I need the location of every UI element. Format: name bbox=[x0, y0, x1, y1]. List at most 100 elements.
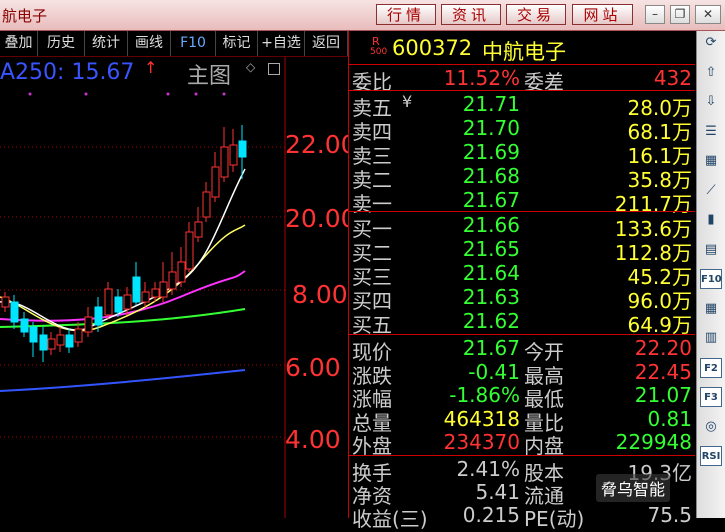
watermark: 脅乌智能 bbox=[596, 474, 671, 502]
toolbar-overlay[interactable]: 叠加 bbox=[0, 31, 38, 56]
stock-name: 中航电子 bbox=[482, 40, 566, 64]
candle-body bbox=[84, 316, 93, 333]
candle-body bbox=[159, 281, 168, 298]
nav-button-trade[interactable]: 交易 bbox=[506, 4, 566, 25]
divider bbox=[348, 90, 695, 91]
sell-row[interactable]: 卖二 21.68 35.8万 bbox=[352, 164, 695, 192]
restore-icon[interactable]: ❐ bbox=[670, 5, 690, 24]
stat-value: 234370 bbox=[443, 430, 520, 454]
candle-body bbox=[39, 334, 48, 351]
close-icon[interactable]: ✕ bbox=[695, 5, 721, 24]
rsi-icon[interactable]: RSI bbox=[700, 446, 722, 466]
candle-body bbox=[229, 144, 238, 166]
f10-icon[interactable]: F10 bbox=[700, 269, 722, 289]
book-icon[interactable]: ▥ bbox=[700, 328, 722, 348]
price-axis-label: 20.00 bbox=[285, 204, 357, 233]
candle-body bbox=[10, 301, 19, 323]
stat-value: 229948 bbox=[615, 430, 692, 454]
buy-row[interactable]: 买四 21.63 96.0万 bbox=[352, 285, 695, 313]
yuan-icon: ¥ bbox=[402, 92, 413, 111]
buy-price: 21.65 bbox=[462, 237, 520, 261]
table-icon[interactable]: ▤ bbox=[700, 240, 722, 260]
nav-button-quote[interactable]: 行情 bbox=[376, 4, 436, 25]
stat-value: 464318 bbox=[443, 406, 520, 431]
toolbar-mark[interactable]: 标记 bbox=[216, 31, 258, 56]
candle-body bbox=[141, 291, 150, 303]
candle-body bbox=[29, 326, 38, 343]
toolbar-stats[interactable]: 统计 bbox=[85, 31, 128, 56]
candle-body bbox=[56, 334, 65, 346]
candle-body bbox=[202, 191, 211, 218]
divider bbox=[348, 211, 695, 212]
toolbar-back[interactable]: 返回 bbox=[305, 31, 348, 56]
marker-dot bbox=[222, 92, 226, 96]
stock-code: 600372 bbox=[392, 36, 473, 60]
up-arrow-icon[interactable]: ⇧ bbox=[700, 63, 722, 83]
buy-row[interactable]: 买三 21.64 45.2万 bbox=[352, 261, 695, 289]
diff-value: 432 bbox=[653, 66, 692, 90]
grid-icon-2[interactable]: ▦ bbox=[700, 299, 722, 319]
stat-row: 现价 21.67 今开 22.20 bbox=[352, 336, 695, 364]
marker-dot bbox=[166, 92, 170, 96]
sell-row[interactable]: 卖五 ¥21.71 28.0万 bbox=[352, 92, 695, 120]
toolbar-f10[interactable]: F10 bbox=[171, 31, 216, 56]
divider bbox=[348, 64, 695, 65]
candle-body bbox=[104, 288, 113, 316]
toolbar-draw-line[interactable]: 画线 bbox=[128, 31, 171, 56]
f3-icon[interactable]: F3 bbox=[700, 387, 722, 407]
price-axis-label: 22.00 bbox=[285, 130, 357, 159]
grid-icon[interactable]: ▦ bbox=[700, 151, 722, 171]
toolbar-add-watch[interactable]: +自选 bbox=[258, 31, 305, 56]
candle-body bbox=[151, 288, 160, 298]
sell-price: 21.70 bbox=[462, 116, 520, 140]
stat-value: -0.41 bbox=[468, 359, 520, 384]
marker-dot bbox=[194, 92, 198, 96]
candle-body bbox=[74, 328, 83, 343]
target-icon[interactable]: ◎ bbox=[700, 417, 722, 437]
fundamental-value: 2.41% bbox=[456, 457, 520, 481]
sell-row[interactable]: 卖四 21.70 68.1万 bbox=[352, 116, 695, 144]
fundamental-value: 75.5 bbox=[647, 503, 692, 527]
sell-price: 21.71 bbox=[462, 92, 520, 116]
stat-value: 22.20 bbox=[634, 336, 692, 360]
nav-button-website[interactable]: 网站 bbox=[572, 4, 633, 25]
buy-price: 21.64 bbox=[462, 261, 520, 285]
minimize-icon[interactable]: – bbox=[645, 5, 665, 24]
buy-row[interactable]: 买二 21.65 112.8万 bbox=[352, 237, 695, 265]
candle-body bbox=[65, 334, 74, 348]
candle-chart-icon[interactable]: ▮ bbox=[700, 210, 722, 230]
buy-row[interactable]: 买五 21.62 64.9万 bbox=[352, 309, 695, 337]
stat-value: -1.86% bbox=[449, 383, 520, 407]
stat-value: 22.45 bbox=[634, 359, 692, 384]
stat-row: 涨跌 -0.41 最高 22.45 bbox=[352, 359, 695, 388]
candle-body bbox=[114, 296, 123, 313]
stat-value: 0.81 bbox=[647, 406, 692, 431]
buy-row[interactable]: 买一 21.66 133.6万 bbox=[352, 213, 695, 241]
candle-body bbox=[211, 166, 220, 198]
stat-value: 21.67 bbox=[462, 336, 520, 360]
stat-row: 外盘 234370 内盘 229948 bbox=[352, 430, 695, 458]
price-axis-label: 6.00 bbox=[285, 353, 341, 382]
list-icon[interactable]: ☰ bbox=[700, 122, 722, 142]
sell-row[interactable]: 卖三 21.69 16.1万 bbox=[352, 140, 695, 168]
f2-icon[interactable]: F2 bbox=[700, 357, 722, 378]
line-chart-icon[interactable]: ⟋ bbox=[700, 181, 722, 201]
marker-dot bbox=[84, 92, 88, 96]
stat-row: 涨幅 -1.86% 最低 21.07 bbox=[352, 383, 695, 411]
divider bbox=[348, 455, 695, 456]
down-arrow-icon[interactable]: ⇩ bbox=[700, 92, 722, 112]
window-title: 航电子 bbox=[2, 7, 48, 25]
candle-body bbox=[1, 296, 10, 308]
fundamental-row: 收益(三) 0.215 PE(动) 75.5 bbox=[352, 503, 695, 531]
side-toolbar: ⟳ ⇧ ⇩ ☰ ▦ ⟋ ▮ ▤ F10 ▦ ▥ F2 F3 ◎ RSI bbox=[696, 31, 725, 518]
candle-body bbox=[238, 140, 247, 158]
toolbar-history[interactable]: 历史 bbox=[38, 31, 85, 56]
sell-price: 21.67 bbox=[462, 188, 520, 212]
refresh-icon[interactable]: ⟳ bbox=[700, 33, 722, 53]
sell-row[interactable]: 卖一 21.67 211.7万 bbox=[352, 188, 695, 216]
price-axis-label: 4.00 bbox=[285, 425, 341, 454]
fundamental-value: 5.41 bbox=[475, 480, 520, 504]
candle-body bbox=[168, 271, 177, 290]
nav-button-news[interactable]: 资讯 bbox=[441, 4, 501, 25]
marker-dot bbox=[28, 92, 32, 96]
